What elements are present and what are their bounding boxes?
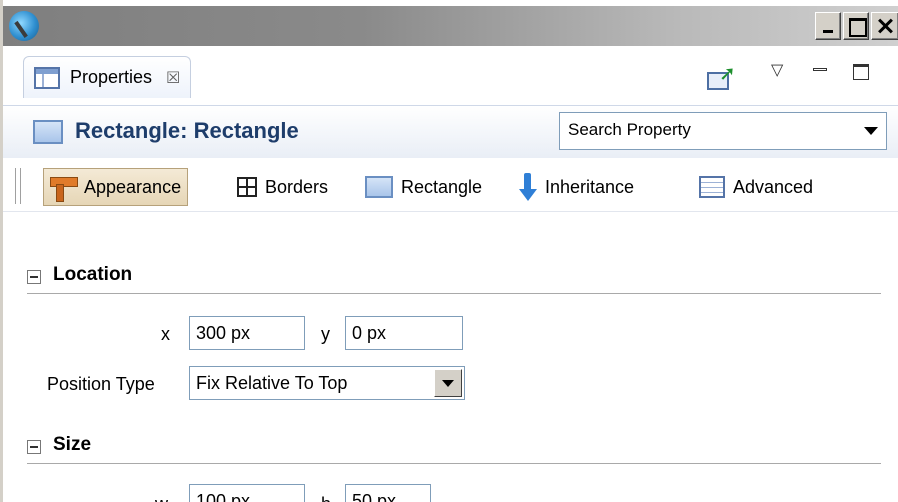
rectangle-icon <box>33 120 63 144</box>
window-minimize-button[interactable] <box>815 12 841 40</box>
tab-properties-label: Properties <box>70 67 153 87</box>
view-menu-icon[interactable]: ▽ <box>771 60 783 80</box>
search-property-combo[interactable]: Search Property <box>559 112 887 150</box>
category-inheritance-label: Inheritance <box>545 176 635 197</box>
collapse-icon[interactable] <box>27 270 41 284</box>
section-size-title: Size <box>53 434 92 455</box>
chevron-down-icon[interactable] <box>434 369 462 397</box>
category-rectangle[interactable]: Rectangle <box>359 168 488 206</box>
chevron-down-icon[interactable] <box>864 127 878 135</box>
properties-header: Rectangle: Rectangle Search Property <box>3 106 898 158</box>
category-appearance-label: Appearance <box>84 176 182 197</box>
y-field[interactable]: 0 px <box>345 316 463 350</box>
tab-properties[interactable]: Properties ☒ <box>23 56 192 98</box>
w-field[interactable]: 100 px <box>189 484 305 502</box>
position-type-select[interactable]: Fix Relative To Top <box>189 366 465 400</box>
advanced-icon <box>699 176 725 198</box>
search-property-text[interactable]: Search Property <box>568 120 691 140</box>
view-minimize-icon[interactable] <box>813 68 827 71</box>
rectangle-icon <box>365 176 393 198</box>
properties-icon <box>34 66 60 89</box>
category-toolbar: Appearance Borders Rectangle Inheritance… <box>3 160 898 212</box>
category-rectangle-label: Rectangle <box>401 176 483 197</box>
section-size[interactable]: Size <box>27 434 881 464</box>
app-icon <box>9 11 39 41</box>
borders-icon <box>237 177 257 197</box>
category-advanced[interactable]: Advanced <box>693 168 819 206</box>
section-location-title: Location <box>53 264 133 285</box>
x-field[interactable]: 300 px <box>189 316 305 350</box>
category-advanced-label: Advanced <box>733 176 814 197</box>
category-borders-label: Borders <box>265 176 329 197</box>
position-type-label: Position Type <box>47 374 155 394</box>
collapse-icon[interactable] <box>27 440 41 454</box>
toolbar-grip[interactable] <box>15 168 21 204</box>
x-label: x <box>161 324 170 344</box>
properties-window: Properties ☒ ➚ ▽ Rectangle: Rectangle Se… <box>0 0 898 502</box>
position-type-value: Fix Relative To Top <box>196 373 348 393</box>
window-maximize-button[interactable] <box>843 12 869 40</box>
close-icon[interactable]: ☒ <box>166 68 180 88</box>
category-borders[interactable]: Borders <box>231 168 334 206</box>
pin-view-icon[interactable]: ➚ <box>707 64 737 92</box>
properties-content: Location x 300 px y 0 px Position Type F… <box>3 212 898 502</box>
h-label: h <box>321 494 331 502</box>
category-appearance[interactable]: Appearance <box>43 168 189 206</box>
inheritance-icon <box>519 173 537 201</box>
page-title: Rectangle: Rectangle <box>75 118 299 143</box>
w-label: w <box>155 494 168 502</box>
h-field[interactable]: 50 px <box>345 484 431 502</box>
window-close-button[interactable] <box>871 12 898 40</box>
view-maximize-icon[interactable] <box>853 64 869 80</box>
category-inheritance[interactable]: Inheritance <box>513 168 640 206</box>
section-location[interactable]: Location <box>27 264 881 294</box>
view-tab-row: Properties ☒ ➚ ▽ <box>3 48 898 106</box>
y-label: y <box>321 324 330 344</box>
window-title-bar[interactable] <box>3 6 898 46</box>
appearance-icon <box>50 174 78 202</box>
